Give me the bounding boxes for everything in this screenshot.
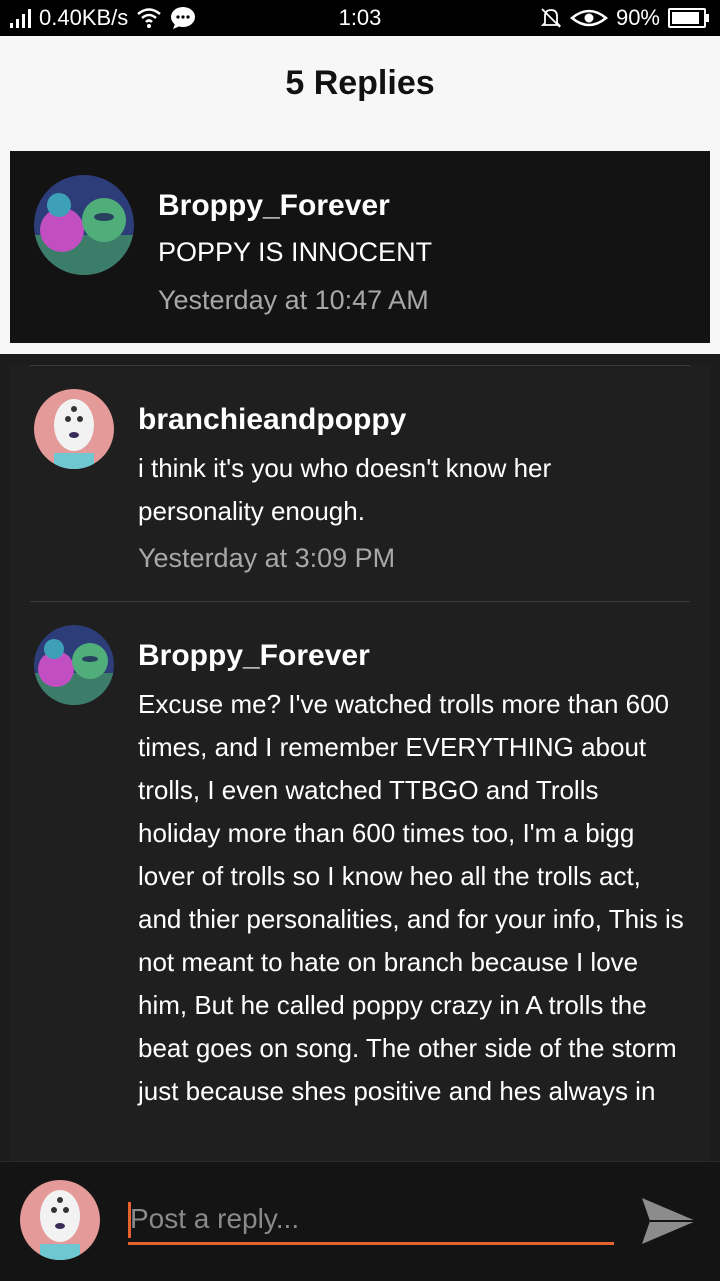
- divider: [30, 601, 690, 602]
- page-title: 5 Replies: [285, 64, 435, 102]
- header: 5 Replies: [0, 36, 720, 140]
- comment-text: Excuse me? I've watched trolls more than…: [138, 689, 684, 1106]
- comment-text: i think it's you who doesn't know her pe…: [138, 453, 552, 526]
- text-cursor: [128, 1202, 131, 1238]
- status-bar: 0.40KB/s 1:03 90%: [0, 0, 720, 36]
- username[interactable]: branchieandpoppy: [138, 403, 406, 437]
- timestamp: Yesterday at 10:47 AM: [158, 285, 429, 315]
- reply-composer: [0, 1161, 720, 1281]
- avatar[interactable]: [34, 389, 114, 469]
- username[interactable]: Broppy_Forever: [138, 639, 370, 673]
- username[interactable]: Broppy_Forever: [158, 189, 390, 223]
- parent-comment: Broppy_Forever POPPY IS INNOCENT Yesterd…: [10, 151, 710, 343]
- eye-icon: [569, 9, 608, 27]
- timestamp: Yesterday at 3:09 PM: [138, 543, 396, 573]
- list-item: branchieandpoppy i think it's you who do…: [10, 365, 710, 601]
- avatar[interactable]: [34, 175, 134, 275]
- send-icon[interactable]: [640, 1192, 698, 1250]
- reply-input[interactable]: [128, 1196, 614, 1245]
- avatar: [20, 1180, 100, 1260]
- list-item: Broppy_Forever Excuse me? I've watched t…: [10, 601, 710, 1161]
- battery-percent: 90%: [615, 5, 660, 30]
- comment-text: POPPY IS INNOCENT: [158, 237, 433, 267]
- divider: [30, 365, 690, 366]
- replies-list[interactable]: branchieandpoppy i think it's you who do…: [10, 365, 710, 1161]
- avatar[interactable]: [34, 625, 114, 705]
- battery-icon: [668, 8, 709, 28]
- mute-bell-icon: [540, 8, 562, 28]
